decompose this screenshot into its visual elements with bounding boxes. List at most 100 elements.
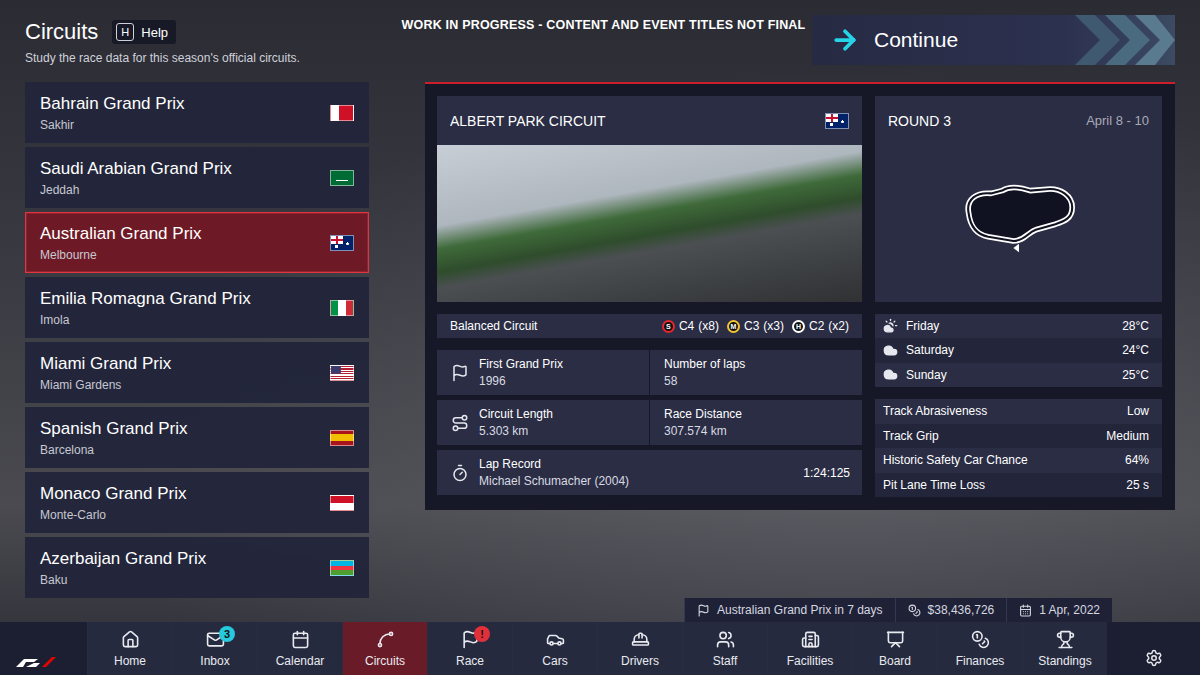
circuit-text: Azerbaijan Grand PrixBaku bbox=[40, 549, 320, 587]
track-info-label: Track Grip bbox=[883, 429, 1098, 443]
gear-icon bbox=[1145, 649, 1163, 667]
circuit-text: Spanish Grand PrixBarcelona bbox=[40, 419, 320, 457]
nav-button[interactable]: Cars bbox=[512, 622, 597, 675]
continue-label: Continue bbox=[874, 28, 1051, 52]
nav-label: Board bbox=[879, 654, 911, 668]
circuit-item[interactable]: Monaco Grand PrixMonte-Carlo bbox=[25, 472, 369, 533]
circuit-text: Emilia Romagna Grand PrixImola bbox=[40, 289, 320, 327]
circuit-text: Saudi Arabian Grand PrixJeddah bbox=[40, 159, 320, 197]
nav-button[interactable]: Home bbox=[87, 622, 172, 675]
circuit-location: Monte-Carlo bbox=[40, 508, 320, 522]
weather-row: Saturday24°C bbox=[875, 338, 1162, 363]
circuit-location: Melbourne bbox=[40, 248, 320, 262]
circuit-text: Bahrain Grand PrixSakhir bbox=[40, 94, 320, 132]
tyre-count: (x3) bbox=[763, 319, 784, 333]
circuit-item[interactable]: Spanish Grand PrixBarcelona bbox=[25, 407, 369, 468]
coins-icon bbox=[908, 604, 921, 617]
wip-banner: WORK IN PROGRESS - CONTENT AND EVENT TIT… bbox=[395, 0, 812, 82]
home-icon bbox=[121, 630, 140, 649]
stat-text: Number of laps58 bbox=[664, 357, 850, 388]
stopwatch-icon bbox=[451, 464, 469, 482]
stat-value: 307.574 km bbox=[664, 424, 850, 438]
standings-icon bbox=[1056, 630, 1075, 649]
circuit-item[interactable]: Azerbaijan Grand PrixBaku bbox=[25, 537, 369, 598]
nav-button[interactable]: Race! bbox=[427, 622, 512, 675]
tyre: HC2(x2) bbox=[792, 319, 849, 333]
nav-button[interactable]: Circuits bbox=[342, 622, 427, 675]
stat-value: 58 bbox=[664, 374, 850, 388]
flag-icon bbox=[451, 364, 469, 382]
nav-label: Facilities bbox=[787, 654, 834, 668]
chevrons-icon bbox=[1065, 15, 1175, 65]
circuit-card-header: ALBERT PARK CIRCUIT bbox=[437, 96, 862, 145]
f1-logo-icon bbox=[16, 655, 56, 667]
stat-text: Circuit Length5.303 km bbox=[479, 407, 637, 438]
nav-button[interactable]: Board bbox=[852, 622, 937, 675]
stat-value: 5.303 km bbox=[479, 424, 637, 438]
circuit-text: Australian Grand Prix Melbourne bbox=[40, 224, 320, 262]
settings-button[interactable] bbox=[1107, 622, 1200, 675]
nav-label: Home bbox=[114, 654, 146, 668]
nav-button[interactable]: Inbox3 bbox=[172, 622, 257, 675]
next-event: Australian Grand Prix in 7 days bbox=[684, 598, 894, 622]
flag-icon bbox=[330, 300, 354, 316]
nav-button[interactable]: Finances bbox=[937, 622, 1022, 675]
stat-cell: Number of laps58 bbox=[650, 350, 862, 395]
tyre: MC3(x3) bbox=[727, 319, 784, 333]
nav-button[interactable]: Calendar bbox=[257, 622, 342, 675]
nav-label: Calendar bbox=[276, 654, 325, 668]
board-icon bbox=[886, 630, 905, 649]
circuits-screen: CircuitsHHelpStudy the race data for thi… bbox=[0, 0, 1200, 675]
circuit-item[interactable]: Australian Grand Prix Melbourne bbox=[25, 212, 369, 273]
stat-cell: Circuit Length5.303 km bbox=[437, 400, 649, 445]
circuit-item[interactable]: Saudi Arabian Grand PrixJeddah bbox=[25, 147, 369, 208]
header: CircuitsHHelpStudy the race data for thi… bbox=[0, 0, 1200, 82]
round-header: ROUND 3 April 8 - 10 bbox=[875, 96, 1162, 145]
nav-label: Standings bbox=[1038, 654, 1091, 668]
stat-cell: Race Distance307.574 km bbox=[650, 400, 862, 445]
nav-button[interactable]: Standings bbox=[1022, 622, 1107, 675]
circuit-name: Australian Grand Prix bbox=[40, 224, 320, 244]
nav-button[interactable]: Facilities bbox=[767, 622, 852, 675]
facilities-icon bbox=[801, 630, 820, 649]
track-info-value: Low bbox=[1127, 404, 1149, 418]
circuit-text: Miami Grand PrixMiami Gardens bbox=[40, 354, 320, 392]
nav-label: Staff bbox=[713, 654, 737, 668]
circuit-name: Saudi Arabian Grand Prix bbox=[40, 159, 320, 179]
track-info-value: Medium bbox=[1106, 429, 1149, 443]
tyre-count: (x8) bbox=[698, 319, 719, 333]
track-map bbox=[875, 145, 1162, 302]
circuits-icon bbox=[376, 630, 395, 649]
nav-button[interactable]: Staff bbox=[682, 622, 767, 675]
round-label: ROUND 3 bbox=[888, 113, 951, 129]
tyre-count: (x2) bbox=[828, 319, 849, 333]
stat-text: Race Distance307.574 km bbox=[664, 407, 850, 438]
circuit-details: ALBERT PARK CIRCUITBalanced CircuitSC4(x… bbox=[425, 82, 1175, 510]
details-right: ROUND 3April 8 - 10Friday28°CSaturday24°… bbox=[875, 96, 1162, 497]
round-dates: April 8 - 10 bbox=[1086, 113, 1149, 128]
nav-bar: Home Inbox3 Calendar CircuitsRace!CarsDrive… bbox=[0, 622, 1200, 675]
help-label: Help bbox=[141, 25, 168, 40]
f1-logo bbox=[0, 622, 87, 675]
page-title: Circuits bbox=[25, 19, 98, 45]
track-info-value: 64% bbox=[1125, 453, 1149, 467]
circuit-name: Bahrain Grand Prix bbox=[40, 94, 320, 114]
circuit-item[interactable]: Bahrain Grand PrixSakhir bbox=[25, 82, 369, 143]
help-button[interactable]: HHelp bbox=[112, 20, 176, 44]
tyre-compound: C2 bbox=[809, 319, 824, 333]
track-info-label: Historic Safety Car Chance bbox=[883, 453, 1117, 467]
nav-button[interactable]: Drivers bbox=[597, 622, 682, 675]
continue-button[interactable]: Continue bbox=[812, 15, 1175, 65]
weather-row: Sunday25°C bbox=[875, 363, 1162, 388]
circuit-item[interactable]: Emilia Romagna Grand PrixImola bbox=[25, 277, 369, 338]
nav-label: Race bbox=[456, 654, 484, 668]
lap-record: Lap RecordMichael Schumacher (2004)1:24:… bbox=[437, 450, 862, 495]
flag-icon bbox=[697, 604, 710, 617]
track-info-row: Pit Lane Time Loss25 s bbox=[875, 473, 1162, 498]
circuit-location: Imola bbox=[40, 313, 320, 327]
circuit-item[interactable]: Miami Grand PrixMiami Gardens bbox=[25, 342, 369, 403]
weather-day: Sunday bbox=[906, 368, 1114, 382]
staff-icon bbox=[716, 630, 735, 649]
circuit-photo bbox=[437, 145, 862, 302]
tyre-allocation: SC4(x8)MC3(x3)HC2(x2) bbox=[662, 319, 849, 333]
